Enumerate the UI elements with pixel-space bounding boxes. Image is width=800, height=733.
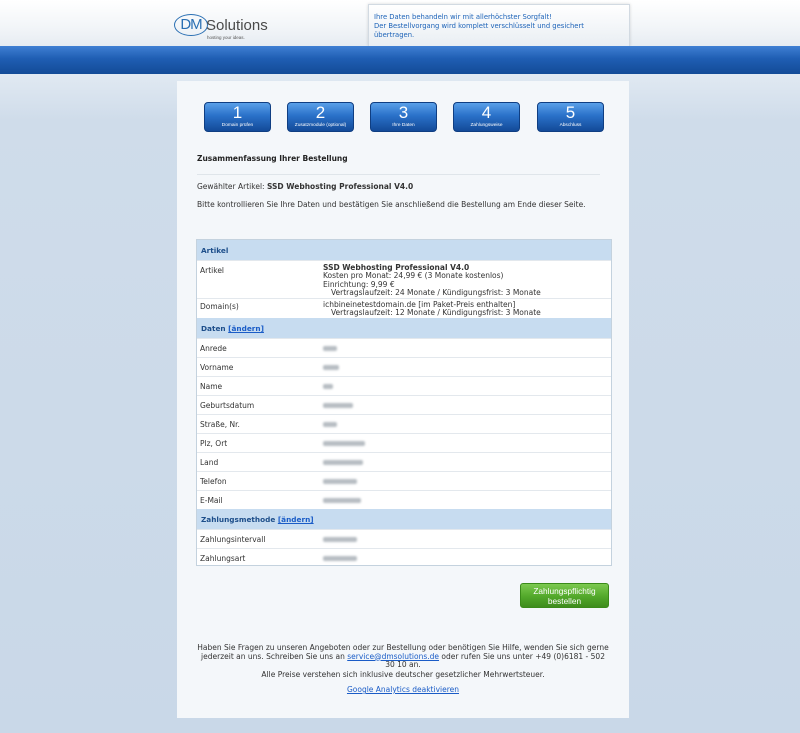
order-panel: 1 Domain prüfen 2 Zusatzmodule (optional…: [177, 81, 629, 718]
article-value-terms: Vertragslaufzeit: 24 Monate / Kündigungs…: [331, 287, 541, 297]
summary-title: Zusammenfassung Ihrer Bestellung: [197, 154, 348, 163]
row-value-redacted: [323, 382, 333, 390]
domain-value-terms: Vertragslaufzeit: 12 Monate / Kündigungs…: [331, 308, 541, 318]
payment-section-header: Zahlungsmethode [ändern]: [197, 509, 611, 529]
selected-article: Gewählter Artikel: SSD Webhosting Profes…: [197, 182, 413, 191]
step-label: Zusatzmodule (optional): [294, 123, 347, 128]
row-label: Zahlungsintervall: [200, 535, 266, 544]
order-button-line-2: bestellen: [547, 596, 582, 606]
notice-line-1: Ihre Daten behandeln wir mit allerhöchst…: [374, 13, 552, 21]
table-row: E-Mail: [197, 490, 611, 509]
dmsolutions-logo[interactable]: DM Solutions hosting your ideas.: [174, 12, 274, 44]
top-header: DM Solutions hosting your ideas. Ihre Da…: [0, 0, 800, 46]
row-label: Name: [200, 382, 223, 391]
article-section-title: Artikel: [201, 246, 229, 255]
table-row-domain: Domain(s) ichbineinetestdomain.de [im Pa…: [197, 298, 611, 318]
table-row: Vorname: [197, 357, 611, 376]
step-3[interactable]: 3 Ihre Daten: [370, 102, 437, 132]
row-label: Telefon: [200, 477, 227, 486]
change-payment-link[interactable]: [ändern]: [278, 515, 314, 524]
divider: [197, 174, 600, 175]
table-row: Name: [197, 376, 611, 395]
table-row: Anrede: [197, 338, 611, 357]
logo-tagline: hosting your ideas.: [207, 35, 245, 40]
step-5[interactable]: 5 Abschluss: [537, 102, 604, 132]
article-section-header: Artikel: [197, 240, 611, 260]
row-value: SSD Webhosting Professional V4.0 Kosten …: [323, 263, 541, 297]
article-prefix: Gewählter Artikel:: [197, 182, 265, 191]
notice-line-2: Der Bestellvorgang wird komplett verschl…: [374, 22, 584, 39]
row-label: Vorname: [200, 363, 234, 372]
analytics-optout: Google Analytics deaktivieren: [177, 685, 629, 694]
step-number: 2: [315, 103, 326, 122]
table-row: Zahlungsart: [197, 548, 611, 566]
order-summary-table: Artikel Artikel SSD Webhosting Professio…: [196, 239, 612, 566]
row-label: E-Mail: [200, 496, 223, 505]
instruction-text: Bitte kontrollieren Sie Ihre Daten und b…: [197, 200, 586, 209]
row-value-redacted: [323, 477, 357, 485]
row-value-redacted: [323, 401, 353, 409]
step-number: 1: [232, 103, 243, 122]
step-4[interactable]: 4 Zahlungsweise: [453, 102, 520, 132]
change-data-link[interactable]: [ändern]: [228, 324, 264, 333]
row-label: Plz, Ort: [200, 439, 228, 448]
table-row: Land: [197, 452, 611, 471]
row-label: Artikel: [200, 266, 225, 275]
row-value-redacted: [323, 439, 365, 447]
payment-section-title: Zahlungsmethode: [201, 515, 276, 524]
row-label: Anrede: [200, 344, 227, 353]
table-row: Telefon: [197, 471, 611, 490]
header-blue-band: [0, 46, 800, 74]
order-button-line-1: Zahlungspflichtig: [533, 586, 596, 596]
place-order-button[interactable]: Zahlungspflichtig bestellen: [520, 583, 609, 608]
article-name: SSD Webhosting Professional V4.0: [266, 182, 414, 191]
row-value-redacted: [323, 363, 339, 371]
step-number: 5: [565, 103, 576, 122]
row-label: Straße, Nr.: [200, 420, 240, 429]
security-notice: Ihre Daten behandeln wir mit allerhöchst…: [368, 4, 630, 46]
table-row: Geburtsdatum: [197, 395, 611, 414]
row-label: Geburtsdatum: [200, 401, 255, 410]
step-1[interactable]: 1 Domain prüfen: [204, 102, 271, 132]
price-notice: Alle Preise verstehen sich inklusive deu…: [261, 670, 545, 679]
table-row: Zahlungsintervall: [197, 529, 611, 548]
help-text: Haben Sie Fragen zu unseren Angeboten od…: [197, 643, 609, 670]
step-label: Zahlungsweise: [470, 123, 503, 128]
step-number: 4: [481, 103, 492, 122]
step-label: Ihre Daten: [392, 123, 415, 128]
table-row: Straße, Nr.: [197, 414, 611, 433]
logo-solutions: Solutions: [206, 17, 268, 34]
row-label: Domain(s): [200, 302, 239, 311]
step-number: 3: [398, 103, 409, 122]
step-2[interactable]: 2 Zusatzmodule (optional): [287, 102, 354, 132]
row-value-redacted: [323, 535, 357, 543]
data-section-header: Daten [ändern]: [197, 318, 611, 338]
row-label: Land: [200, 458, 219, 467]
row-value-redacted: [323, 420, 337, 428]
row-value: ichbineinetestdomain.de [im Paket-Preis …: [323, 300, 541, 318]
row-label: Zahlungsart: [200, 554, 246, 563]
row-value-redacted: [323, 496, 361, 504]
step-label: Abschluss: [559, 123, 582, 128]
row-value-redacted: [323, 344, 337, 352]
row-value-redacted: [323, 554, 357, 562]
data-section-title: Daten: [201, 324, 226, 333]
step-label: Domain prüfen: [221, 123, 254, 128]
google-analytics-optout-link[interactable]: Google Analytics deaktivieren: [347, 685, 459, 694]
logo-dm: DM: [174, 14, 208, 36]
table-row: Plz, Ort: [197, 433, 611, 452]
row-value-redacted: [323, 458, 363, 466]
order-steps: 1 Domain prüfen 2 Zusatzmodule (optional…: [204, 102, 604, 132]
table-row-article: Artikel SSD Webhosting Professional V4.0…: [197, 260, 611, 298]
